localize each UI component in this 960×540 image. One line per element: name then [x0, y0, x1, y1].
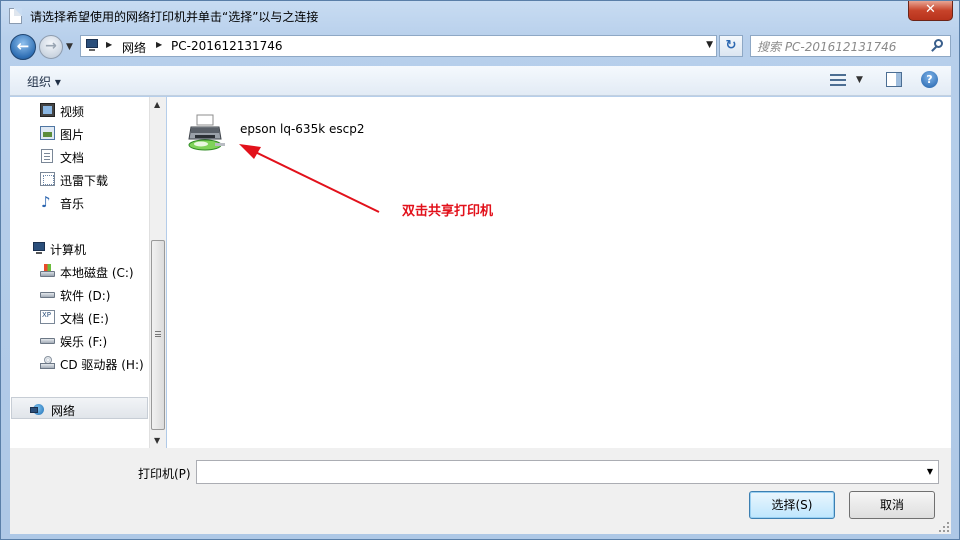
address-dropdown-icon[interactable]: ▼ — [706, 40, 713, 50]
printer-combobox[interactable]: ▼ — [196, 460, 939, 484]
cancel-button[interactable]: 取消 — [849, 491, 935, 519]
sidebar-item-network[interactable]: 网络 — [11, 397, 148, 419]
navigation-pane: 视频 图片 文档 迅雷下载 ♪ 音乐 计算机 本地磁盘 (C:) 软件 (D:)… — [10, 97, 149, 448]
preview-pane-icon[interactable] — [886, 72, 902, 87]
scroll-down-icon[interactable]: ▼ — [154, 436, 160, 445]
printer-name: epson lq-635k escp2 — [240, 122, 365, 136]
sidebar-item-label: 图片 — [60, 128, 85, 142]
sidebar-item-label: 本地磁盘 (C:) — [60, 266, 134, 280]
sidebar-item-label: 娱乐 (F:) — [60, 335, 108, 349]
close-button[interactable]: ✕ — [908, 1, 953, 21]
drive-icon — [40, 310, 55, 324]
sidebar-item-documents[interactable]: 文档 — [10, 145, 149, 167]
shared-printer-icon — [188, 114, 225, 151]
address-bar[interactable]: ▶ 网络 ▶ PC-201612131746 ▼ — [80, 35, 717, 57]
annotation-text: 双击共享打印机 — [402, 204, 494, 219]
breadcrumb-separator-icon[interactable]: ▶ — [106, 40, 112, 49]
navigation-scrollbar[interactable]: ▲ ▼ — [149, 97, 166, 448]
sidebar-item-label: CD 驱动器 (H:) — [60, 358, 144, 372]
chevron-down-icon[interactable]: ▼ — [927, 467, 933, 476]
change-view-icon[interactable] — [830, 72, 846, 88]
printer-input[interactable] — [201, 464, 901, 480]
network-location-icon — [84, 39, 100, 52]
refresh-button[interactable]: ↻ — [719, 35, 743, 57]
help-icon[interactable]: ? — [921, 71, 938, 88]
select-button[interactable]: 选择(S) — [749, 491, 835, 519]
dialog-window: 请选择希望使用的网络打印机并单击“选择”以与之连接 ✕ ← → ▼ ▶ 网络 ▶… — [0, 0, 960, 540]
search-input[interactable] — [757, 39, 927, 54]
document-icon — [9, 8, 22, 24]
resize-grip-icon[interactable] — [939, 522, 949, 532]
scroll-thumb[interactable] — [151, 240, 165, 430]
download-folder-icon — [40, 172, 55, 186]
sidebar-item-drive-e[interactable]: 文档 (E:) — [10, 306, 149, 328]
sidebar-item-label: 网络 — [51, 404, 76, 418]
organize-menu[interactable]: 组织 ▾ — [27, 73, 61, 90]
computer-icon — [30, 241, 45, 255]
sidebar-item-computer[interactable]: 计算机 — [10, 237, 149, 259]
sidebar-item-music[interactable]: ♪ 音乐 — [10, 191, 149, 213]
window-title: 请选择希望使用的网络打印机并单击“选择”以与之连接 — [30, 10, 319, 24]
command-toolbar: 组织 ▾ ▼ ? — [10, 66, 951, 96]
printer-field-label: 打印机(P) — [138, 467, 191, 481]
sidebar-item-pictures[interactable]: 图片 — [10, 122, 149, 144]
sidebar-item-drive-d[interactable]: 软件 (D:) — [10, 283, 149, 305]
sidebar-item-label: 计算机 — [50, 243, 87, 257]
sidebar-item-label: 软件 (D:) — [60, 289, 111, 303]
sidebar-item-label: 迅雷下载 — [60, 174, 109, 188]
breadcrumb-separator-icon[interactable]: ▶ — [156, 40, 162, 49]
network-icon — [30, 402, 45, 416]
title-bar: 请选择希望使用的网络打印机并单击“选择”以与之连接 ✕ — [1, 1, 959, 31]
sidebar-item-xunlei-downloads[interactable]: 迅雷下载 — [10, 168, 149, 190]
search-icon[interactable] — [930, 38, 946, 54]
sidebar-item-drive-f[interactable]: 娱乐 (F:) — [10, 329, 149, 351]
back-button[interactable]: ← — [10, 34, 36, 60]
search-box[interactable] — [750, 35, 951, 57]
scroll-up-icon[interactable]: ▲ — [154, 100, 160, 109]
sidebar-item-label: 音乐 — [60, 197, 85, 211]
content-pane: epson lq-635k escp2 双击共享打印机 — [167, 97, 951, 448]
sidebar-item-cd-drive[interactable]: CD 驱动器 (H:) — [10, 352, 149, 374]
breadcrumb-computer[interactable]: PC-201612131746 — [171, 39, 283, 53]
sidebar-item-videos[interactable]: 视频 — [10, 99, 149, 121]
drive-icon — [40, 287, 55, 301]
recent-pages-dropdown[interactable]: ▼ — [66, 40, 76, 54]
sidebar-item-label: 文档 — [60, 151, 85, 165]
pictures-library-icon — [40, 126, 55, 140]
sidebar-item-drive-c[interactable]: 本地磁盘 (C:) — [10, 260, 149, 282]
drive-icon — [40, 333, 55, 347]
sidebar-item-label: 视频 — [60, 105, 85, 119]
cd-drive-icon — [40, 356, 55, 370]
bottom-panel: 打印机(P) ▼ 选择(S) 取消 — [10, 448, 951, 534]
music-library-icon: ♪ — [41, 193, 51, 211]
breadcrumb-network[interactable]: 网络 — [122, 39, 146, 56]
documents-library-icon — [41, 149, 53, 163]
navigation-bar: ← → ▼ ▶ 网络 ▶ PC-201612131746 ▼ ↻ — [1, 31, 959, 63]
view-options-dropdown-icon[interactable]: ▼ — [856, 75, 863, 85]
sidebar-item-label: 文档 (E:) — [60, 312, 109, 326]
forward-button[interactable]: → — [39, 35, 63, 59]
annotation-arrow — [239, 144, 380, 213]
system-drive-icon — [40, 264, 55, 278]
video-library-icon — [40, 103, 55, 117]
